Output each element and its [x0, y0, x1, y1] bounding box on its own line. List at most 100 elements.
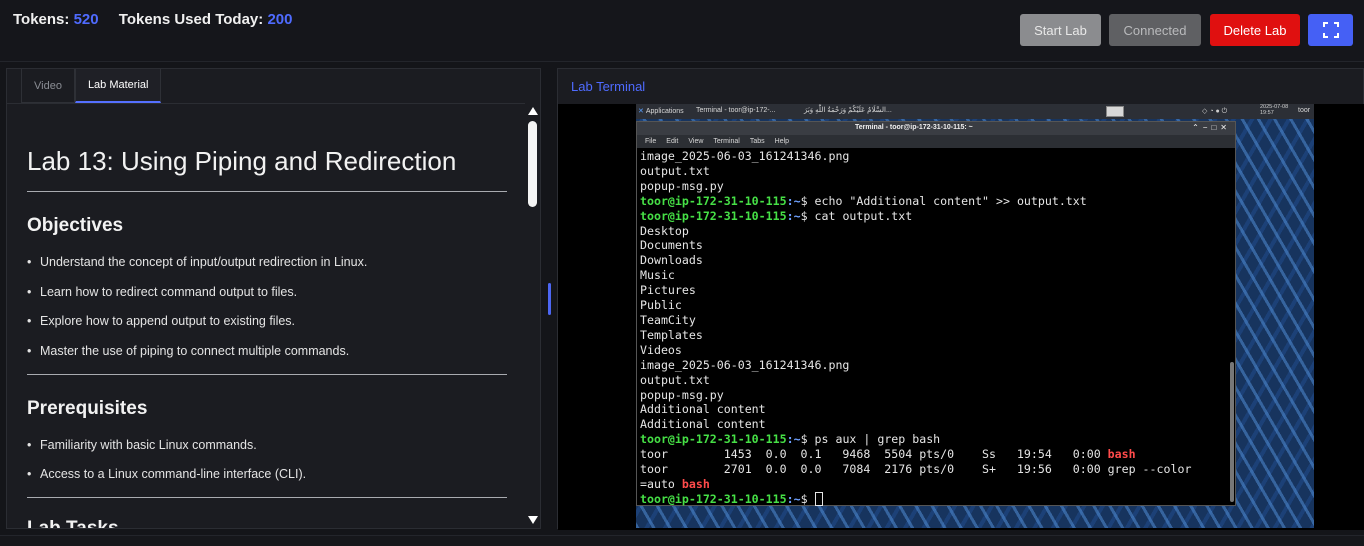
terminal-line: output.txt	[640, 373, 1228, 388]
scroll-down-arrow-icon[interactable]	[528, 516, 538, 524]
terminal-line: toor@ip-172-31-10-115:~$	[640, 492, 1228, 507]
prompt-path: :~	[786, 491, 801, 506]
tokens-label: Tokens:	[13, 11, 70, 28]
scroll-up-arrow-icon[interactable]	[528, 107, 538, 115]
divider	[27, 497, 507, 498]
prompt-user: toor@ip-172-31-10-115	[640, 193, 787, 208]
top-bar: Tokens: 520 Tokens Used Today: 200 Start…	[0, 0, 1364, 62]
list-item: Access to a Linux command-line interface…	[27, 467, 306, 481]
terminal-line: Additional content	[640, 417, 1228, 432]
output-text: Templates	[640, 327, 703, 342]
terminal-line: =auto bash	[640, 477, 1228, 492]
terminal-line: Public	[640, 298, 1228, 313]
tab-lab-material[interactable]: Lab Material	[74, 69, 162, 103]
panel-clock: 2025-07-08 19:57	[1260, 104, 1288, 116]
start-lab-button[interactable]: Start Lab	[1020, 14, 1101, 46]
panel-user[interactable]: toor	[1298, 107, 1310, 114]
output-text: toor 1453 0.0 0.1 9468 5504 pts/0 Ss 19:…	[640, 447, 1108, 462]
terminal-line: image_2025-06-03_161241346.png	[640, 358, 1228, 373]
menu-edit[interactable]: Edit	[666, 138, 678, 145]
terminal-line: Desktop	[640, 224, 1228, 239]
list-item: Master the use of piping to connect mult…	[27, 344, 349, 358]
output-text: image_2025-06-03_161241346.png	[640, 357, 850, 372]
output-text: TeamCity	[640, 312, 696, 327]
menu-terminal[interactable]: Terminal	[713, 138, 739, 145]
output-text: Music	[640, 268, 675, 283]
terminal-line: toor@ip-172-31-10-115:~$ ps aux | grep b…	[640, 432, 1228, 447]
prompt-path: :~	[786, 208, 801, 223]
output-text: Downloads	[640, 253, 703, 268]
lab-material-panel: Video Lab Material Lab 13: Using Piping …	[6, 68, 541, 529]
output-text: Pictures	[640, 283, 696, 298]
divider	[27, 191, 507, 192]
output-highlight: bash	[1107, 447, 1136, 462]
tokens-used-value: 200	[267, 11, 293, 28]
scrollbar-thumb[interactable]	[528, 121, 537, 207]
panel-tabs: Video Lab Material	[21, 69, 162, 103]
prompt-command: $	[800, 491, 815, 506]
output-highlight: bash	[681, 476, 710, 491]
remote-display[interactable]: Applications Terminal - toor@ip-172-... …	[558, 104, 1364, 530]
prompt-user: toor@ip-172-31-10-115	[640, 491, 787, 506]
clock-time: 19:57	[1260, 110, 1274, 116]
terminal-line: Music	[640, 268, 1228, 283]
terminal-line: Templates	[640, 328, 1228, 343]
prompt-command: $ ps aux | grep bash	[800, 432, 941, 447]
output-text: toor 2701 0.0 0.0 7084 2176 pts/0 S+ 19:…	[640, 462, 1192, 477]
terminal-output[interactable]: image_2025-06-03_161241346.png output.txt…	[640, 149, 1228, 507]
applications-menu[interactable]: Applications	[638, 107, 684, 115]
prompt-path: :~	[786, 193, 801, 208]
terminal-line: Pictures	[640, 283, 1228, 298]
lab-terminal-panel: Lab Terminal Applications Terminal - too…	[557, 68, 1364, 530]
tokens-used-label: Tokens Used Today:	[118, 11, 264, 28]
menu-help[interactable]: Help	[775, 138, 789, 145]
prompt-path: :~	[786, 432, 801, 447]
output-text: popup-msg.py	[640, 387, 724, 402]
output-text: output.txt	[640, 163, 710, 178]
terminal-scrollbar[interactable]	[1230, 362, 1234, 502]
remote-desktop[interactable]: Applications Terminal - toor@ip-172-... …	[636, 104, 1314, 528]
tray-icons[interactable]: ◇ ◔ ● ⏻	[1202, 107, 1227, 116]
menu-tabs[interactable]: Tabs	[750, 138, 765, 145]
window-title: Terminal - toor@ip-172-31-10-115: ~	[855, 124, 973, 131]
panel-text: السَّلَامُ عَلَيْكُمْ وَرَحْمَةُ اللَّهِ…	[804, 107, 892, 114]
window-titlebar[interactable]: Terminal - toor@ip-172-31-10-115: ~ ⌃−□✕	[637, 122, 1235, 135]
lab-content[interactable]: Lab 13: Using Piping and Redirection Obj…	[7, 103, 525, 528]
fullscreen-button[interactable]	[1308, 14, 1353, 46]
menu-view[interactable]: View	[688, 138, 703, 145]
terminal-menubar: File Edit View Terminal Tabs Help	[637, 135, 1235, 148]
list-item: Understand the concept of input/output r…	[27, 255, 367, 269]
menu-file[interactable]: File	[645, 138, 656, 145]
terminal-line: popup-msg.py	[640, 388, 1228, 403]
prompt-user: toor@ip-172-31-10-115	[640, 208, 787, 223]
output-text: Additional content	[640, 417, 766, 432]
output-text: Additional content	[640, 402, 766, 417]
terminal-line: popup-msg.py	[640, 179, 1228, 194]
list-item: Explore how to append output to existing…	[27, 314, 295, 328]
delete-lab-button[interactable]: Delete Lab	[1210, 14, 1300, 46]
token-summary: Tokens: 520 Tokens Used Today: 200	[13, 11, 292, 28]
output-text: Desktop	[640, 223, 689, 238]
taskbar-terminal-item[interactable]: Terminal - toor@ip-172-...	[696, 107, 775, 114]
window-controls[interactable]: ⌃−□✕	[1192, 123, 1231, 132]
terminal-line: Downloads	[640, 253, 1228, 268]
desktop-panel: Applications Terminal - toor@ip-172-... …	[636, 104, 1314, 119]
page-title: Lab 13: Using Piping and Redirection	[27, 146, 457, 176]
prompt-user: toor@ip-172-31-10-115	[640, 432, 787, 447]
content-scrollbar[interactable]	[526, 103, 540, 528]
terminal-launcher-icon[interactable]	[1106, 106, 1124, 117]
resize-handle[interactable]	[548, 283, 551, 315]
terminal-line: TeamCity	[640, 313, 1228, 328]
objectives-heading: Objectives	[27, 215, 124, 236]
terminal-line: output.txt	[640, 164, 1228, 179]
terminal-line: toor 2701 0.0 0.0 7084 2176 pts/0 S+ 19:…	[640, 462, 1228, 477]
fullscreen-icon	[1322, 22, 1339, 38]
prompt-command: $ echo "Additional content" >> output.tx…	[800, 193, 1087, 208]
tab-video[interactable]: Video	[21, 69, 75, 103]
terminal-line: toor 1453 0.0 0.1 9468 5504 pts/0 Ss 19:…	[640, 447, 1228, 462]
terminal-line: Documents	[640, 238, 1228, 253]
connected-button[interactable]: Connected	[1109, 14, 1201, 46]
divider	[27, 374, 507, 375]
terminal-window[interactable]: Terminal - toor@ip-172-31-10-115: ~ ⌃−□✕…	[636, 121, 1236, 507]
list-item: Familiarity with basic Linux commands.	[27, 438, 257, 452]
